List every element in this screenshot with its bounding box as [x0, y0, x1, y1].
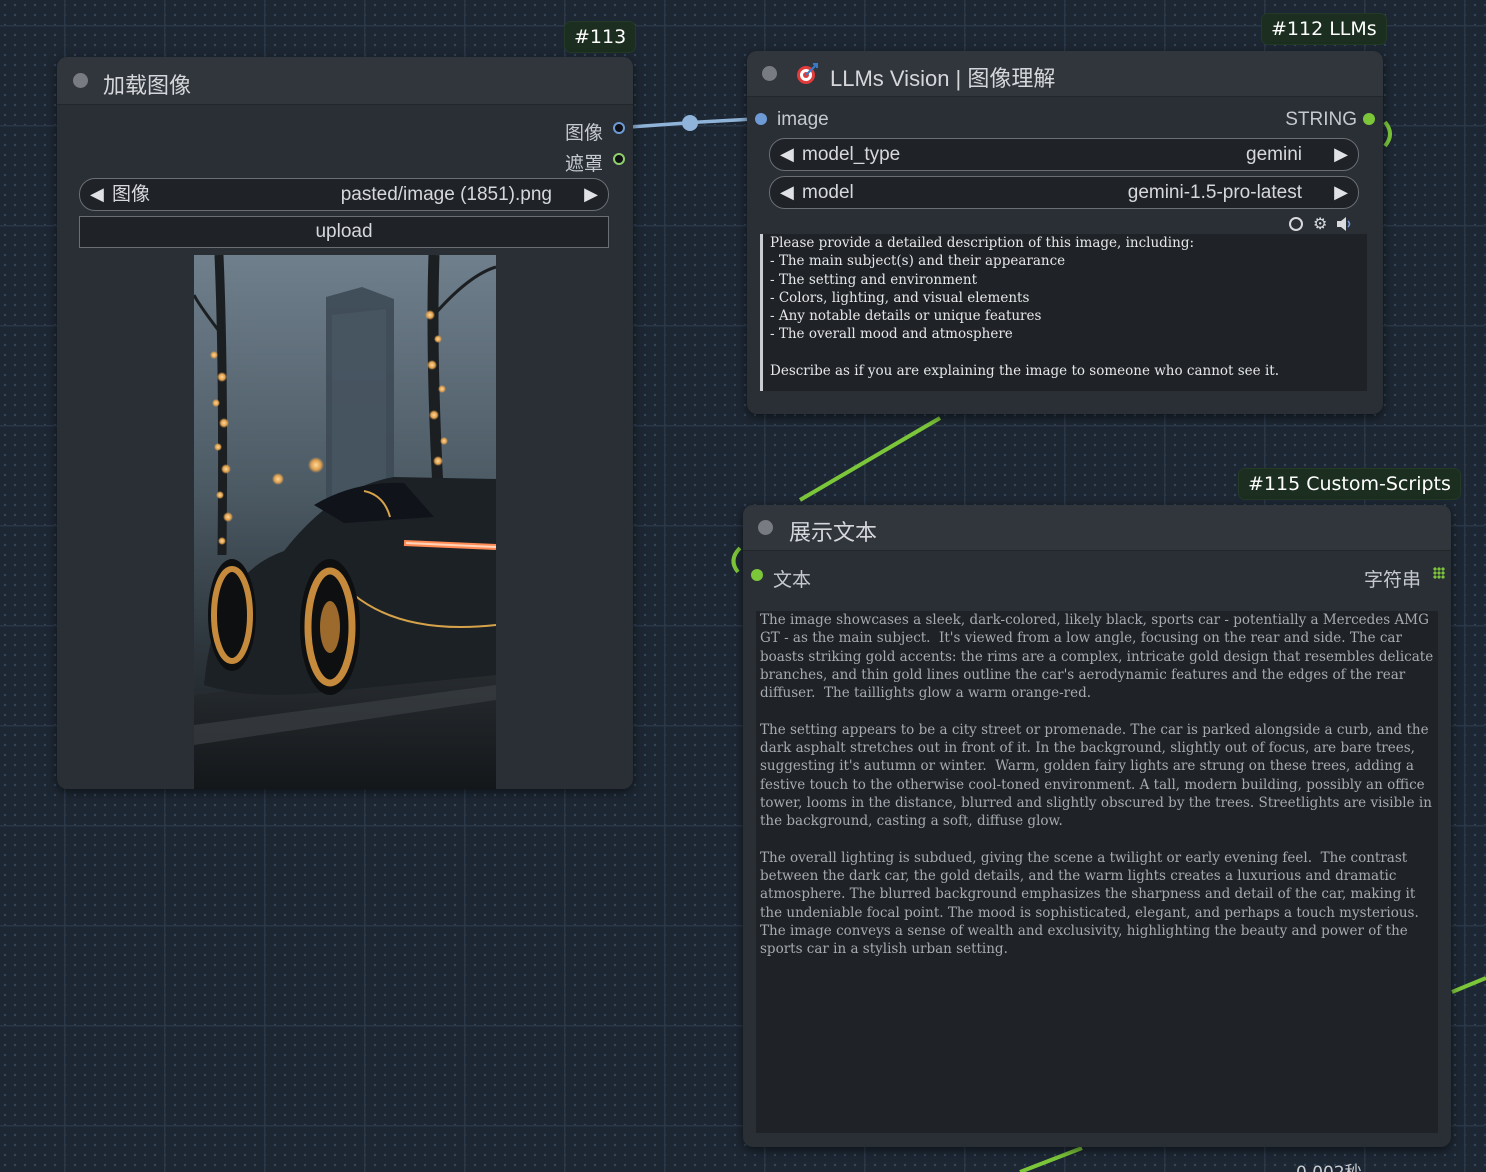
node-115-header[interactable]: 展示文本 — [743, 505, 1451, 551]
prompt-textarea[interactable]: Please provide a detailed description of… — [760, 234, 1367, 391]
arrow-right-icon[interactable]: ▶ — [1334, 177, 1348, 208]
image-preview — [194, 255, 496, 789]
node-112-badge: #112 LLMs — [1262, 14, 1386, 44]
input-text-slot[interactable] — [751, 569, 763, 581]
node-115-badge: #115 Custom-Scripts — [1239, 469, 1460, 499]
model-type-label: model_type — [802, 144, 901, 165]
wire-string-link-upper[interactable] — [798, 416, 942, 502]
node-115-title: 展示文本 — [789, 520, 878, 545]
output-string-label: 字符串 — [1363, 570, 1421, 591]
upload-button[interactable]: upload — [79, 216, 609, 248]
wire-midpoint-handle[interactable] — [682, 115, 698, 131]
node-112-title: LLMs Vision | 图像理解 — [830, 66, 1056, 91]
model-type-combo[interactable]: ◀ model_type gemini ▶ — [769, 138, 1359, 171]
load-image-node[interactable]: 加载图像 图像 遮罩 ◀ 图像 pasted/image (1851).png … — [57, 57, 633, 789]
wire-string-stub-out — [1383, 120, 1392, 148]
execution-time-label: 0.002秒 — [1296, 1158, 1362, 1172]
output-image-label: 图像 — [564, 123, 603, 144]
output-text-display[interactable]: The image showcases a sleek, dark-colore… — [756, 611, 1438, 1133]
model-value: gemini-1.5-pro-latest — [1127, 182, 1302, 203]
collapse-dot[interactable] — [758, 520, 773, 535]
arrow-right-icon[interactable]: ▶ — [1334, 139, 1348, 170]
output-string-label: STRING — [1285, 109, 1357, 130]
input-text-label: 文本 — [773, 570, 812, 591]
collapse-dot[interactable] — [73, 73, 88, 88]
wire-string-link-right[interactable] — [1451, 976, 1486, 994]
speaker-icon[interactable] — [1336, 216, 1353, 232]
circle-icon[interactable] — [1289, 217, 1303, 231]
input-image-label: image — [777, 109, 829, 130]
image-combo-widget[interactable]: ◀ 图像 pasted/image (1851).png ▶ — [79, 178, 609, 211]
node-113-title: 加载图像 — [103, 73, 192, 98]
model-type-value: gemini — [1246, 144, 1302, 165]
target-icon — [795, 62, 819, 86]
model-label: model — [802, 182, 854, 203]
image-combo-label: 图像 — [112, 184, 151, 205]
wire-string-stub-in — [731, 546, 742, 574]
show-text-node[interactable]: 展示文本 文本 字符串 The image showcases a sleek,… — [743, 505, 1451, 1147]
arrow-right-icon[interactable]: ▶ — [584, 179, 598, 210]
output-mask-slot[interactable] — [613, 153, 625, 165]
input-image-slot[interactable] — [755, 113, 767, 125]
node-113-badge: #113 — [565, 22, 636, 52]
image-combo-value: pasted/image (1851).png — [340, 184, 552, 205]
grid-slot-icon[interactable] — [1433, 567, 1445, 579]
arrow-left-icon[interactable]: ◀ — [90, 179, 104, 210]
node-112-header[interactable]: LLMs Vision | 图像理解 — [747, 51, 1383, 97]
llms-vision-node[interactable]: LLMs Vision | 图像理解 image STRING ◀ model_… — [747, 51, 1383, 414]
node-113-header[interactable]: 加载图像 — [57, 57, 633, 105]
arrow-left-icon[interactable]: ◀ — [780, 177, 794, 208]
collapse-dot[interactable] — [762, 66, 777, 81]
output-image-slot[interactable] — [613, 122, 625, 134]
wire-string-link-bottom[interactable] — [1019, 1146, 1083, 1172]
arrow-left-icon[interactable]: ◀ — [780, 139, 794, 170]
output-string-slot[interactable] — [1363, 113, 1375, 125]
output-mask-label: 遮罩 — [564, 154, 603, 175]
model-combo[interactable]: ◀ model gemini-1.5-pro-latest ▶ — [769, 176, 1359, 209]
gear-icon[interactable]: ⚙ — [1313, 214, 1327, 234]
